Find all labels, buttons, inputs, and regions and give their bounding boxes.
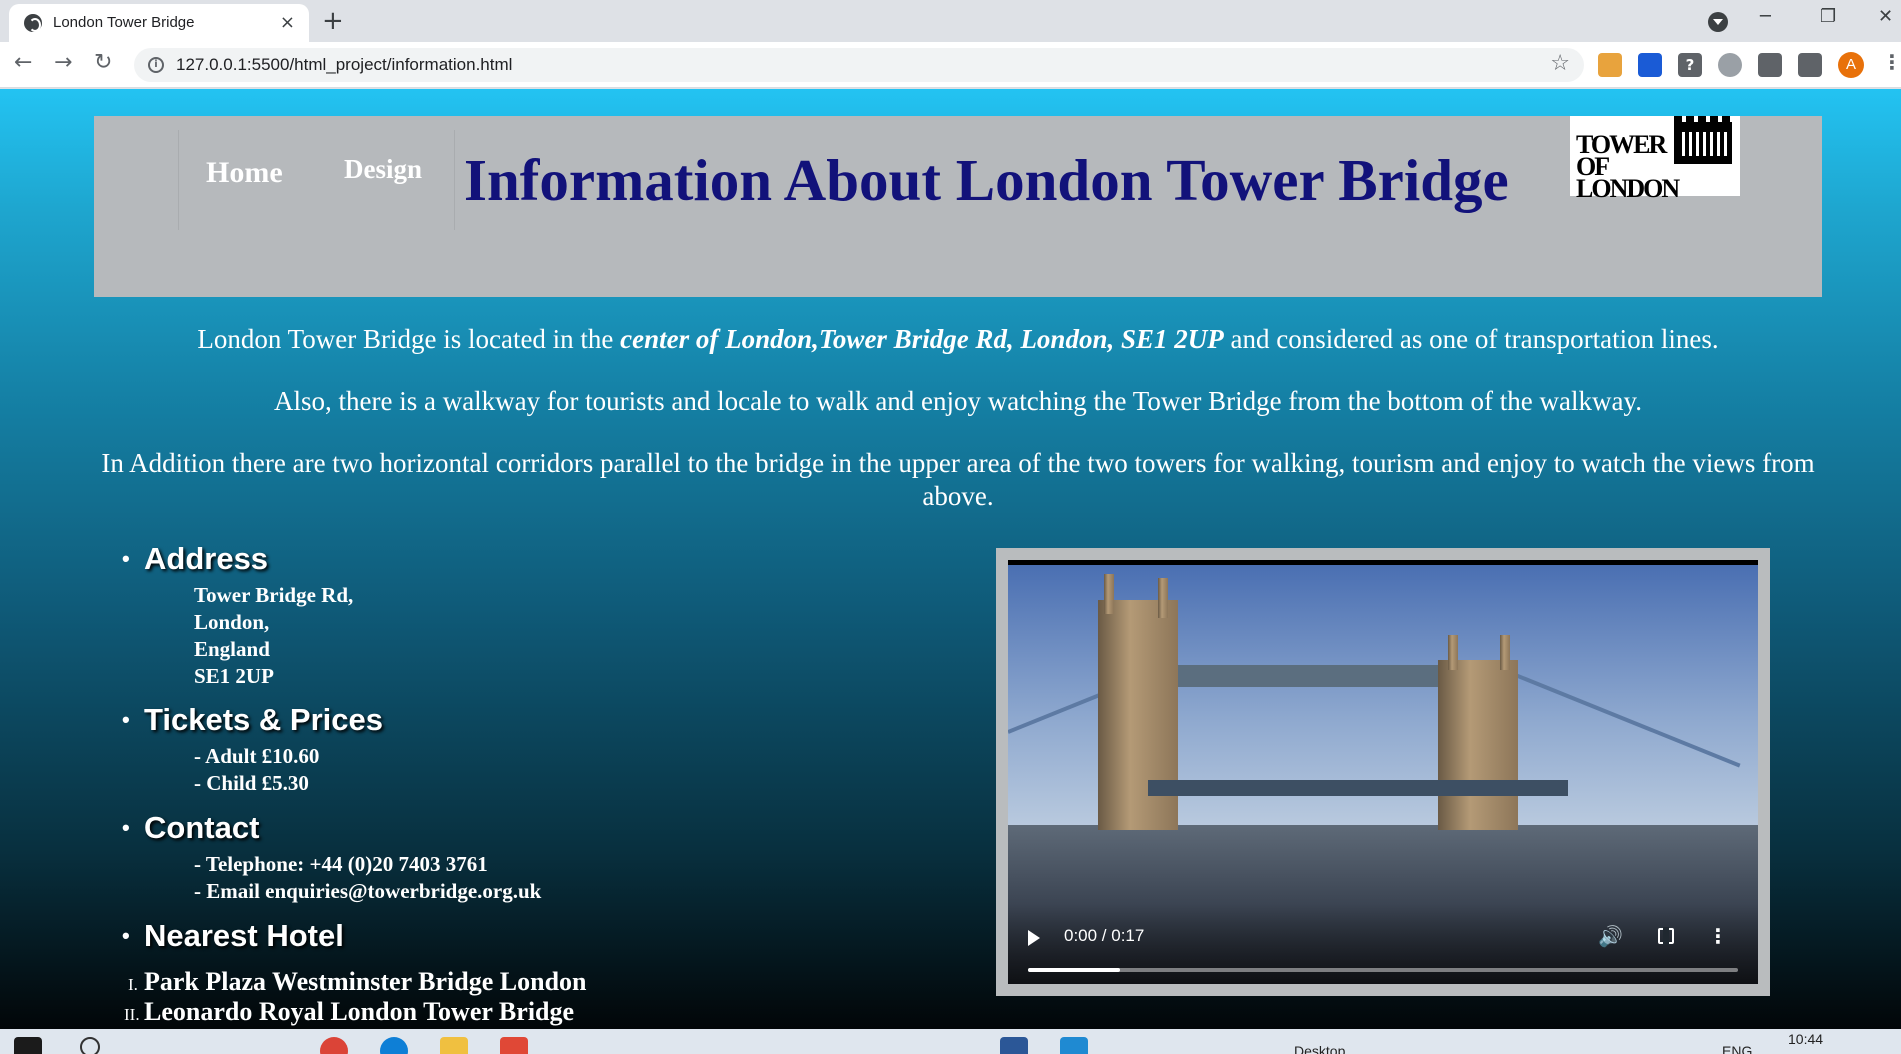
- browser-toolbar: ← → ↻ i 127.0.0.1:5500/html_project/info…: [0, 42, 1901, 88]
- new-tab-button[interactable]: +: [322, 6, 344, 36]
- search-icon[interactable]: [80, 1037, 100, 1054]
- video-buffered-bar: [1028, 968, 1121, 972]
- browser-menu-icon[interactable]: ⋮: [1882, 50, 1901, 74]
- hotel-item: Park Plaza Westminster Bridge London: [144, 967, 587, 996]
- extension-owl-icon[interactable]: [1598, 53, 1622, 77]
- vscode-icon[interactable]: [1060, 1037, 1088, 1054]
- minimize-button[interactable]: ─: [1760, 6, 1771, 27]
- nav-link-design[interactable]: Design: [344, 154, 422, 185]
- extension-shield-icon[interactable]: [1638, 53, 1662, 77]
- bullet: •: [122, 815, 130, 840]
- chrome-icon[interactable]: [320, 1037, 348, 1054]
- taskbar-clock[interactable]: 10:44: [1788, 1031, 1823, 1047]
- address-heading: Address: [144, 541, 269, 576]
- video-frame: 0:00 / 0:17 🔊 ⋮: [996, 548, 1770, 996]
- bookmark-star-icon[interactable]: ☆: [1550, 51, 1570, 76]
- page-title: Information About London Tower Bridge: [464, 147, 1509, 213]
- bullet: •: [122, 546, 130, 571]
- intro-paragraph-corridors: In Addition there are two horizontal cor…: [101, 448, 1815, 511]
- tab-search-icon[interactable]: [1708, 12, 1728, 32]
- fullscreen-icon[interactable]: [1658, 927, 1674, 945]
- video-tower-right: [1438, 660, 1518, 830]
- tab-strip: London Tower Bridge × + ─ ❐ ✕: [0, 0, 1901, 42]
- ticket-price: - Adult £10.60: [194, 744, 320, 768]
- intro-paragraph-location: London Tower Bridge is located in the ce…: [197, 324, 1719, 354]
- extension-circle-icon[interactable]: [1718, 53, 1742, 77]
- list-numeral: I.: [128, 975, 138, 994]
- tab-title: London Tower Bridge: [53, 14, 195, 31]
- video-time: 0:00 / 0:17: [1064, 926, 1145, 945]
- nav-divider: [178, 130, 179, 230]
- video-bridge-deck: [1148, 780, 1568, 796]
- app-icon[interactable]: [500, 1037, 528, 1054]
- address-bar[interactable]: i 127.0.0.1:5500/html_project/informatio…: [134, 48, 1584, 82]
- nav-divider: [454, 130, 455, 230]
- extensions-puzzle-icon[interactable]: [1758, 53, 1782, 77]
- address-line: England: [194, 637, 270, 661]
- file-explorer-icon[interactable]: [440, 1037, 468, 1054]
- address-line: Tower Bridge Rd,: [194, 583, 354, 607]
- tickets-heading: Tickets & Prices: [144, 702, 383, 737]
- contact-phone: - Telephone: +44 (0)20 7403 3761: [194, 852, 488, 876]
- logo-wordmark: TOWER OF LONDON: [1576, 130, 1680, 203]
- castle-icon: [1674, 116, 1732, 164]
- address-line: SE1 2UP: [194, 664, 274, 688]
- list-numeral: II.: [124, 1005, 140, 1024]
- hotel-item: Leonardo Royal London Tower Bridge: [144, 997, 575, 1026]
- video-progress-track[interactable]: [1028, 968, 1738, 972]
- volume-icon[interactable]: 🔊: [1598, 924, 1623, 948]
- tab-close-button[interactable]: ×: [280, 12, 295, 33]
- ticket-price: - Child £5.30: [194, 771, 309, 795]
- intro-paragraph-walkway: Also, there is a walkway for tourists an…: [273, 386, 1642, 416]
- back-button[interactable]: ←: [14, 50, 32, 75]
- hotel-heading: Nearest Hotel: [144, 918, 344, 953]
- nav-link-home[interactable]: Home: [206, 156, 283, 190]
- browser-tab[interactable]: London Tower Bridge ×: [9, 4, 309, 42]
- site-header: Home Design Information About London Tow…: [94, 116, 1822, 297]
- close-window-button[interactable]: ✕: [1878, 6, 1893, 27]
- extension-help-icon[interactable]: ?: [1678, 53, 1702, 77]
- bullet: •: [122, 923, 130, 948]
- start-icon[interactable]: [14, 1037, 42, 1054]
- location-emphasis: center of London,Tower Bridge Rd, London…: [620, 324, 1224, 354]
- reload-button[interactable]: ↻: [94, 50, 112, 75]
- forward-button[interactable]: →: [54, 50, 72, 75]
- play-icon[interactable]: [1028, 930, 1040, 946]
- word-icon[interactable]: [1000, 1037, 1028, 1054]
- language-indicator[interactable]: ENG: [1722, 1043, 1752, 1054]
- bullet: •: [122, 707, 130, 732]
- page-viewport: Home Design Information About London Tow…: [0, 89, 1901, 1029]
- video-turret: [1158, 578, 1168, 618]
- video-more-icon[interactable]: ⋮: [1708, 924, 1728, 948]
- address-line: London,: [194, 610, 270, 634]
- contact-heading: Contact: [144, 810, 260, 845]
- video-turret: [1104, 574, 1114, 614]
- windows-taskbar: Desktop ENG 10:44: [0, 1029, 1901, 1054]
- maximize-button[interactable]: ❐: [1820, 6, 1836, 27]
- desktop-label: Desktop: [1294, 1043, 1346, 1054]
- video-turret: [1500, 635, 1510, 670]
- globe-icon: [24, 14, 42, 32]
- edge-icon[interactable]: [380, 1037, 408, 1054]
- tower-of-london-logo: TOWER OF LONDON: [1570, 116, 1740, 202]
- url-text[interactable]: 127.0.0.1:5500/html_project/information.…: [176, 55, 512, 75]
- video-turret: [1448, 635, 1458, 670]
- profile-avatar[interactable]: A: [1838, 52, 1864, 78]
- video-player[interactable]: 0:00 / 0:17 🔊 ⋮: [1008, 560, 1758, 984]
- video-controls: 0:00 / 0:17 🔊 ⋮: [1008, 904, 1758, 984]
- reading-list-icon[interactable]: [1798, 53, 1822, 77]
- contact-email: - Email enquiries@towerbridge.org.uk: [194, 879, 542, 903]
- site-info-icon[interactable]: i: [148, 57, 164, 73]
